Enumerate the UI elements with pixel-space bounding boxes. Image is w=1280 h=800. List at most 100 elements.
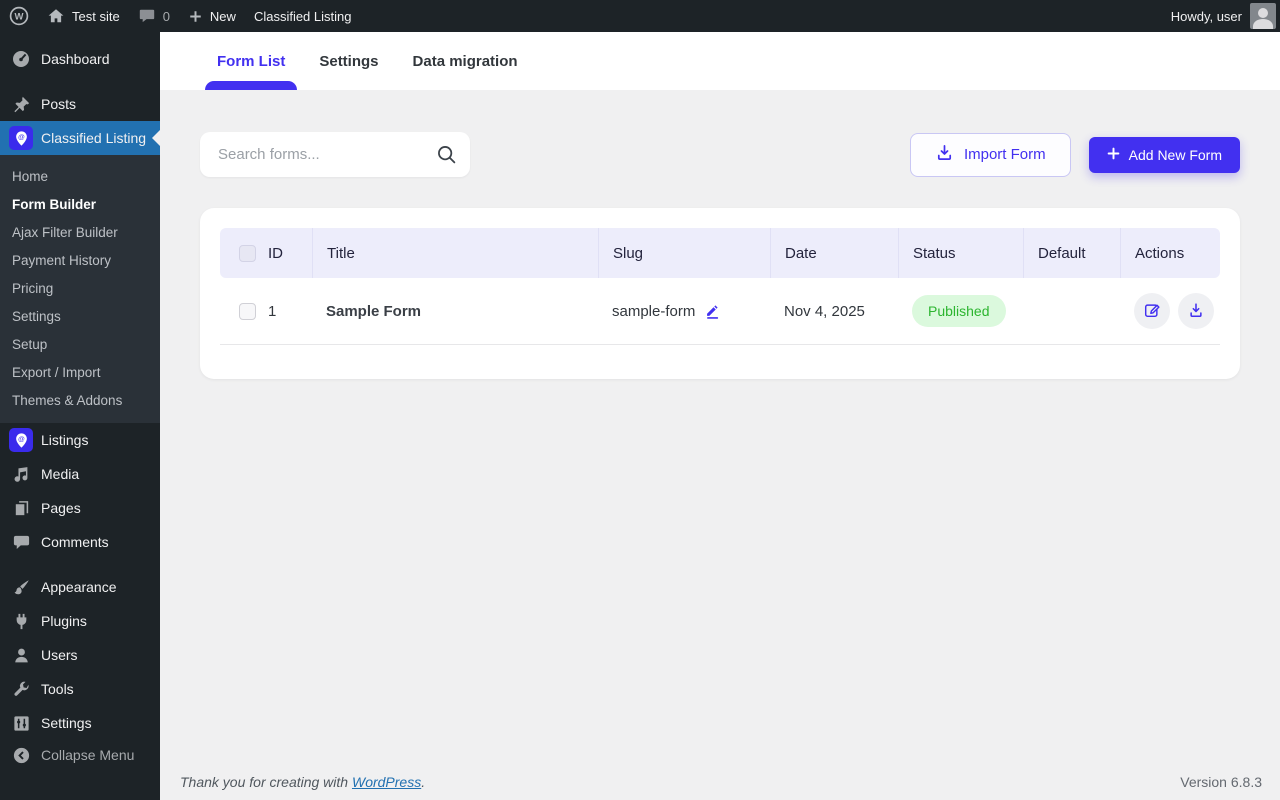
export-form-button[interactable]: [1178, 293, 1214, 329]
submenu-item-form-builder[interactable]: Form Builder: [0, 190, 160, 218]
header-default: Default: [1023, 228, 1120, 278]
sidebar-item-media[interactable]: Media: [0, 457, 160, 491]
comments-shortcut[interactable]: 0: [129, 0, 179, 32]
tab-data-migration[interactable]: Data migration: [401, 32, 530, 90]
table-header-row: ID Title Slug Date Status Default Action…: [220, 228, 1220, 278]
submenu-item-home[interactable]: Home: [0, 162, 160, 190]
tab-settings[interactable]: Settings: [307, 32, 390, 90]
submenu-label: Ajax Filter Builder: [12, 224, 118, 240]
site-name-label: Test site: [72, 8, 120, 24]
home-icon: [47, 7, 65, 25]
submenu-item-payment-history[interactable]: Payment History: [0, 246, 160, 274]
classified-listing-icon: @: [9, 126, 33, 150]
tab-form-list[interactable]: Form List: [205, 32, 298, 90]
search-icon[interactable]: [436, 144, 457, 170]
row-checkbox[interactable]: [238, 302, 256, 320]
forms-table-card: ID Title Slug Date Status Default Action…: [200, 208, 1240, 379]
collapse-menu-label: Collapse Menu: [41, 747, 135, 763]
submenu-label: Setup: [12, 336, 48, 352]
settings-icon: [9, 712, 33, 734]
sidebar-item-label: Users: [41, 647, 78, 663]
sidebar-item-dashboard[interactable]: Dashboard: [0, 42, 160, 76]
sidebar-item-comments[interactable]: Comments: [0, 525, 160, 559]
row-date: Nov 4, 2025: [784, 302, 865, 320]
svg-text:@: @: [18, 134, 25, 141]
sidebar-item-label: Classified Listing: [41, 130, 147, 146]
header-slug: Slug: [598, 228, 770, 278]
footer-thanks-period: .: [421, 774, 426, 790]
sidebar-item-tools[interactable]: Tools: [0, 672, 160, 706]
wordpress-link[interactable]: WordPress: [352, 774, 421, 790]
submenu-item-pricing[interactable]: Pricing: [0, 274, 160, 302]
tab-label: Form List: [217, 52, 286, 70]
import-form-button[interactable]: Import Form: [909, 132, 1071, 177]
row-id: 1: [268, 302, 277, 320]
appearance-icon: [9, 576, 33, 598]
header-date: Date: [770, 228, 898, 278]
search-box: [200, 132, 470, 177]
sidebar-item-pages[interactable]: Pages: [0, 491, 160, 525]
tab-label: Settings: [319, 52, 379, 70]
plugins-icon: [9, 610, 33, 632]
sidebar-item-posts[interactable]: Posts: [0, 87, 160, 121]
admin-bar: W Test site 0 New Classified Listing How…: [0, 0, 1280, 32]
sidebar-item-classified-listing[interactable]: @ Classified Listing: [0, 121, 160, 155]
listings-icon: @: [9, 428, 33, 452]
howdy-label: Howdy, user: [1170, 8, 1242, 24]
wordpress-logo-menu[interactable]: W: [0, 0, 38, 32]
submenu-item-settings[interactable]: Settings: [0, 302, 160, 330]
edit-icon: [1143, 301, 1161, 322]
tab-bar: Form List Settings Data migration: [160, 32, 1280, 90]
table-row: 1 Sample Form sample-form Nov 4, 2025 Pu…: [220, 278, 1220, 344]
select-all-cell: [220, 244, 260, 262]
search-input[interactable]: [200, 132, 470, 177]
site-name-link[interactable]: Test site: [38, 0, 129, 32]
plus-icon: [188, 9, 203, 24]
footer-thanks-text: Thank you for creating with: [180, 774, 352, 790]
edit-slug-icon[interactable]: [703, 303, 720, 320]
comment-bubble-icon: [138, 7, 156, 25]
add-new-form-button[interactable]: Add New Form: [1088, 136, 1240, 173]
edit-form-button[interactable]: [1134, 293, 1170, 329]
collapse-icon: [9, 744, 33, 766]
sidebar-item-label: Settings: [41, 715, 92, 731]
submenu-label: Export / Import: [12, 364, 101, 380]
list-toolbar: Import Form Add New Form: [200, 132, 1240, 177]
new-content-menu[interactable]: New: [179, 0, 245, 32]
sidebar-separator: [0, 559, 160, 570]
sidebar-item-plugins[interactable]: Plugins: [0, 604, 160, 638]
submenu-label: Pricing: [12, 280, 54, 296]
submenu-item-setup[interactable]: Setup: [0, 330, 160, 358]
sidebar-item-listings[interactable]: @ Listings: [0, 423, 160, 457]
submenu-item-themes-addons[interactable]: Themes & Addons: [0, 386, 160, 414]
row-title: Sample Form: [326, 302, 422, 320]
tab-label: Data migration: [412, 52, 518, 70]
main-content: Form List Settings Data migration Import…: [160, 32, 1280, 800]
admin-sidebar: Dashboard Posts @ Classified Listing Hom…: [0, 32, 160, 800]
row-status-cell: Published: [898, 295, 1023, 327]
row-actions-cell: [1120, 293, 1220, 329]
header-id: ID: [268, 244, 283, 262]
users-icon: [9, 644, 33, 666]
row-slug: sample-form: [612, 302, 696, 320]
sidebar-item-users[interactable]: Users: [0, 638, 160, 672]
submenu-label: Form Builder: [12, 196, 97, 212]
comments-icon: [9, 531, 33, 553]
select-all-checkbox[interactable]: [238, 244, 256, 262]
user-account-menu[interactable]: Howdy, user: [1162, 0, 1280, 32]
status-badge: Published: [912, 295, 1006, 327]
wordpress-logo-icon: W: [9, 6, 29, 26]
import-form-label: Import Form: [963, 146, 1046, 163]
comment-count: 0: [162, 8, 170, 24]
sidebar-item-appearance[interactable]: Appearance: [0, 570, 160, 604]
row-select-cell: [220, 302, 260, 320]
collapse-menu-button[interactable]: Collapse Menu: [0, 738, 160, 772]
sidebar-item-label: Pages: [41, 500, 81, 516]
submenu-item-export-import[interactable]: Export / Import: [0, 358, 160, 386]
submenu-label: Payment History: [12, 252, 112, 268]
current-page-label: Classified Listing: [253, 8, 352, 24]
sidebar-item-settings[interactable]: Settings: [0, 706, 160, 740]
sidebar-item-label: Comments: [41, 534, 109, 550]
admin-bar-current-page[interactable]: Classified Listing: [245, 0, 361, 32]
submenu-item-ajax-filter-builder[interactable]: Ajax Filter Builder: [0, 218, 160, 246]
